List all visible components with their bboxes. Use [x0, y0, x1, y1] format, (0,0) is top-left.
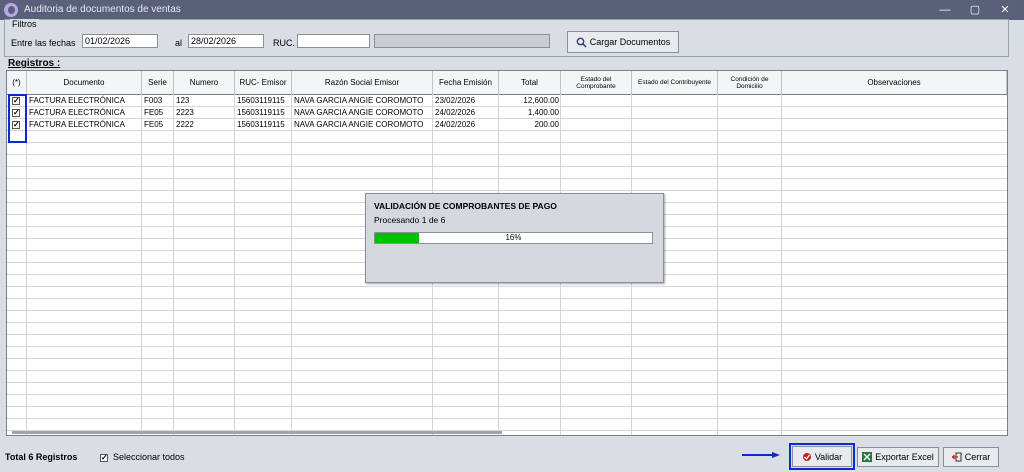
- exit-icon: [951, 452, 962, 462]
- between-dates-label: Entre las fechas: [11, 38, 76, 48]
- table-row: [7, 155, 1007, 167]
- to-label: al: [175, 38, 183, 48]
- cell-numero: 2222: [176, 120, 194, 129]
- validate-button[interactable]: Validar: [789, 443, 855, 470]
- col-razon-social[interactable]: Razón Social Emisor: [292, 71, 433, 94]
- cell-total: 200.00: [534, 120, 559, 129]
- validate-label: Validar: [814, 451, 843, 462]
- table-row: [7, 143, 1007, 155]
- ruc-input[interactable]: [297, 34, 370, 48]
- table-row: [7, 287, 1007, 299]
- table-row: [7, 167, 1007, 179]
- cell-numero: 123: [176, 96, 190, 105]
- col-documento[interactable]: Documento: [27, 71, 142, 94]
- table-row: [7, 383, 1007, 395]
- cell-razon: NAVA GARCIA ANGIE COROMOTO: [294, 108, 424, 117]
- col-total[interactable]: Total: [499, 71, 561, 94]
- table-row[interactable]: ✓ FACTURA ELECTRÓNICA FE05 2222 15603119115 N…: [7, 119, 1007, 131]
- table-header: (*) Documento Serie Numero RUC- Emisor R…: [7, 71, 1007, 95]
- select-all-checkbox[interactable]: ✓: [100, 454, 108, 462]
- registros-label: Registros :: [8, 58, 61, 69]
- excel-icon: [862, 452, 873, 462]
- col-observaciones[interactable]: Observaciones: [782, 71, 1007, 94]
- table-row: [7, 395, 1007, 407]
- col-numero[interactable]: Numero: [174, 71, 235, 94]
- minimize-button[interactable]: —: [935, 2, 955, 18]
- table-row: [7, 419, 1007, 431]
- close-window-button[interactable]: ✕: [995, 2, 1015, 18]
- cell-serie: FE05: [144, 120, 164, 129]
- magnifier-icon: [576, 37, 587, 48]
- date-from-input[interactable]: 01/02/2026: [82, 34, 158, 48]
- cell-total: 1,400.00: [527, 108, 559, 117]
- col-estado-comprobante[interactable]: Estado del Comprobante: [561, 71, 632, 94]
- cell-total: 12,600.00: [523, 96, 559, 105]
- table-row[interactable]: ✓ FACTURA ELECTRÓNICA FE05 2223 15603119115 N…: [7, 107, 1007, 119]
- app-icon: [4, 3, 18, 17]
- cell-serie: F003: [144, 96, 163, 105]
- arrow-icon: [742, 452, 780, 458]
- table-row: [7, 335, 1007, 347]
- cell-razon: NAVA GARCIA ANGIE COROMOTO: [294, 120, 424, 129]
- progress-bar: 16%: [374, 232, 653, 244]
- table-row: [7, 311, 1007, 323]
- select-all-label: Seleccionar todos: [113, 452, 185, 462]
- filters-legend: Filtros: [10, 19, 39, 29]
- table-row: [7, 347, 1007, 359]
- table-row: [7, 179, 1007, 191]
- export-excel-button[interactable]: Exportar Excel: [857, 447, 939, 467]
- col-ruc[interactable]: RUC- Emisor: [235, 71, 292, 94]
- cell-fecha: 23/02/2026: [435, 96, 476, 105]
- table-row: [7, 371, 1007, 383]
- horizontal-scrollbar[interactable]: [12, 431, 502, 434]
- cell-documento: FACTURA ELECTRÓNICA: [29, 120, 126, 129]
- dialog-title: VALIDACIÓN DE COMPROBANTES DE PAGO: [374, 201, 557, 211]
- cell-ruc: 15603119115: [237, 96, 285, 105]
- col-serie[interactable]: Serie: [142, 71, 174, 94]
- razon-social-field: [374, 34, 550, 48]
- col-select[interactable]: (*): [7, 71, 27, 94]
- progress-text: 16%: [505, 233, 522, 242]
- col-fecha[interactable]: Fecha Emisión: [433, 71, 499, 94]
- date-to-input[interactable]: 28/02/2026: [188, 34, 264, 48]
- cell-serie: FE05: [144, 108, 164, 117]
- close-label: Cerrar: [964, 452, 991, 462]
- cell-ruc: 15603119115: [237, 108, 285, 117]
- load-documents-label: Cargar Documentos: [589, 37, 671, 47]
- maximize-button[interactable]: ▢: [965, 2, 985, 18]
- checkbox-highlight: [8, 94, 27, 143]
- table-row[interactable]: ✓ FACTURA ELECTRÓNICA F003 123 15603119115 NA…: [7, 95, 1007, 107]
- cell-documento: FACTURA ELECTRÓNICA: [29, 108, 126, 117]
- ruc-label: RUC.: [273, 38, 295, 48]
- cell-numero: 2223: [176, 108, 194, 117]
- total-records: Total 6 Registros: [5, 452, 78, 462]
- table-row: [7, 407, 1007, 419]
- validation-progress-dialog: VALIDACIÓN DE COMPROBANTES DE PAGO Proce…: [365, 193, 664, 283]
- cell-fecha: 24/02/2026: [435, 120, 476, 129]
- export-excel-label: Exportar Excel: [875, 452, 934, 462]
- cell-fecha: 24/02/2026: [435, 108, 476, 117]
- cell-razon: NAVA GARCIA ANGIE COROMOTO: [294, 96, 424, 105]
- dialog-status: Procesando 1 de 6: [374, 215, 446, 225]
- col-condicion-domicilio[interactable]: Condición de Domicilio: [718, 71, 782, 94]
- col-estado-contribuyente[interactable]: Estado del Contribuyente: [632, 71, 718, 94]
- table-row: [7, 131, 1007, 143]
- table-row: [7, 323, 1007, 335]
- cell-documento: FACTURA ELECTRÓNICA: [29, 96, 126, 105]
- title-bar: Auditoria de documentos de ventas — ▢ ✕: [0, 0, 1024, 20]
- close-button[interactable]: Cerrar: [943, 447, 999, 467]
- table-row: [7, 359, 1007, 371]
- table-row: [7, 299, 1007, 311]
- window-title: Auditoria de documentos de ventas: [24, 4, 181, 15]
- load-documents-button[interactable]: Cargar Documentos: [567, 31, 679, 53]
- cell-ruc: 15603119115: [237, 120, 285, 129]
- validate-icon: [802, 452, 811, 461]
